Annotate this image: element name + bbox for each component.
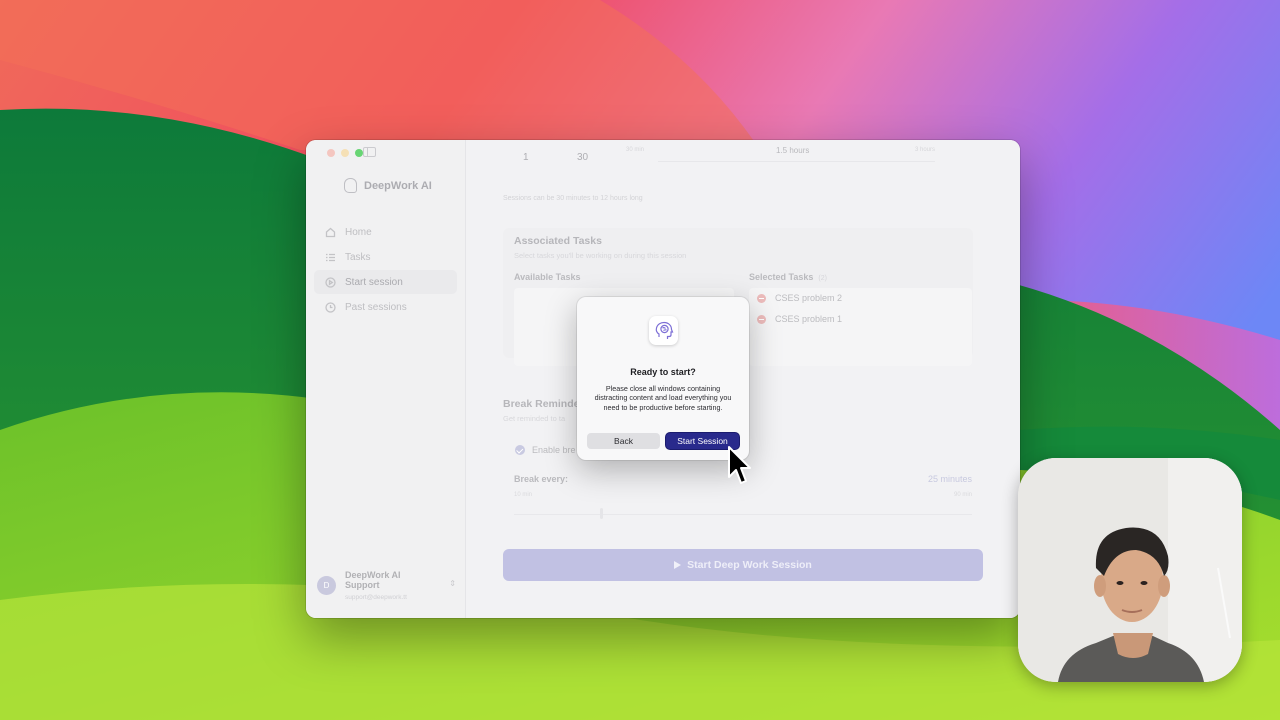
webcam-overlay [1018, 458, 1242, 682]
mouse-cursor-icon [727, 445, 753, 492]
dialog-body: Please close all windows containing dist… [594, 384, 732, 412]
back-button[interactable]: Back [587, 433, 660, 449]
dialog-title: Ready to start? [630, 367, 696, 377]
brain-head-icon [649, 316, 678, 345]
ready-dialog: Ready to start? Please close all windows… [577, 297, 749, 460]
